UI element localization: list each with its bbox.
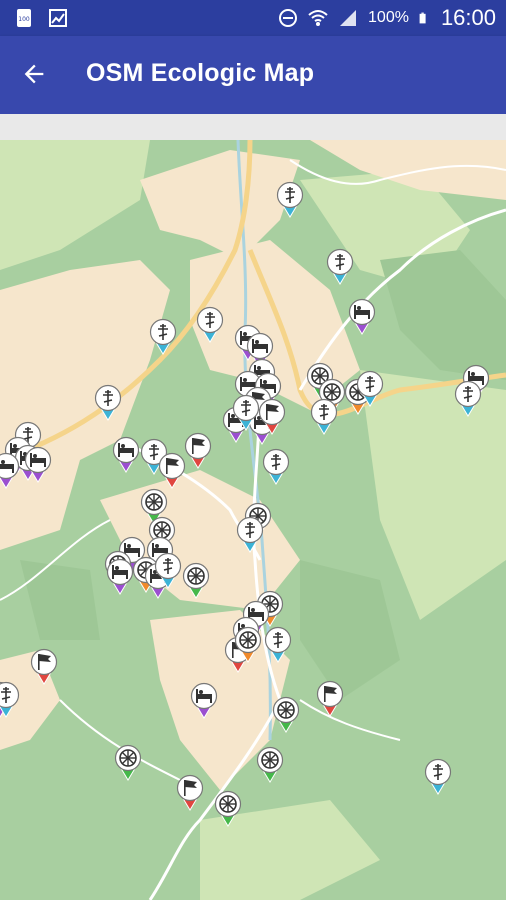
wheel-icon [239, 631, 257, 649]
recycling-icon [219, 795, 237, 813]
clock: 16:00 [440, 5, 496, 30]
wheel-icon [153, 521, 171, 539]
do-not-disturb-icon [279, 9, 298, 27]
photo-icon [49, 9, 67, 27]
map-canvas[interactable] [0, 140, 506, 900]
svg-text:100: 100 [18, 16, 30, 23]
arrow-back-icon [24, 64, 44, 84]
recycling-icon [277, 701, 295, 719]
battery-percent: 100% [368, 9, 409, 26]
page-title: OSM Ecologic Map [86, 59, 315, 87]
battery-icon [419, 12, 426, 24]
toolbar-strip [0, 114, 506, 140]
signal-icon [340, 10, 357, 26]
wheel-icon [323, 383, 341, 401]
app-bar: OSM Ecologic Map [0, 36, 506, 114]
wifi-icon [308, 10, 328, 26]
recycling-icon [187, 567, 205, 585]
map-view[interactable] [0, 140, 506, 900]
battery-100-icon: 100 [17, 9, 31, 27]
back-button[interactable] [20, 58, 60, 94]
status-bar: 100 100% 16:00 [0, 0, 506, 36]
recycling-icon [261, 751, 279, 769]
recycling-icon [145, 493, 163, 511]
recycling-icon [119, 749, 137, 767]
